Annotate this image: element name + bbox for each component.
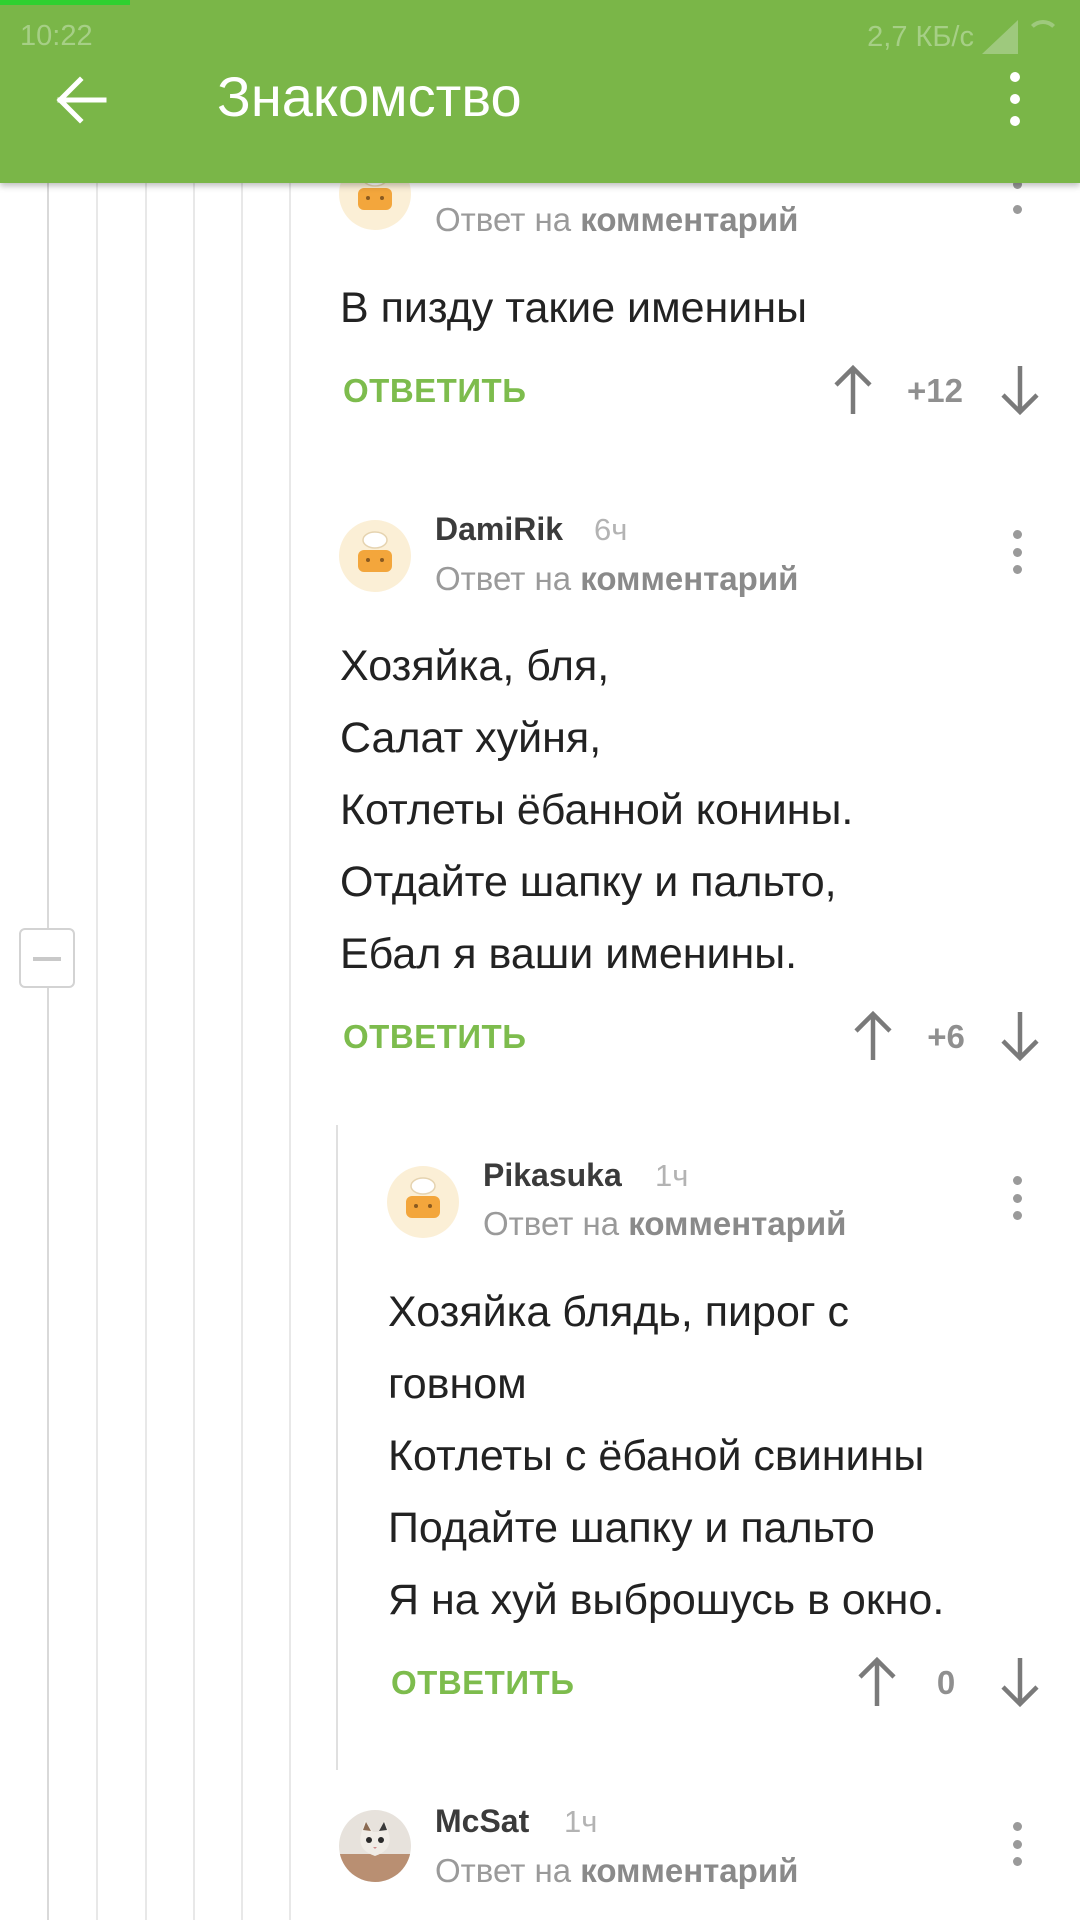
- dot-icon: [1012, 1193, 1022, 1203]
- dot-icon: [1012, 1822, 1022, 1831]
- arrow-left-icon: [56, 76, 107, 124]
- dot-icon: [1012, 1211, 1022, 1220]
- dot-icon: [1012, 205, 1022, 214]
- chef-avatar-icon: [358, 531, 392, 572]
- cat-avatar-icon: [339, 1820, 411, 1882]
- reply-button[interactable]: ОТВЕТИТЬ: [343, 372, 526, 410]
- collapse-thread-button[interactable]: [19, 928, 75, 988]
- comment-line: Подайте шапку и пальто: [388, 1504, 875, 1552]
- reply-button[interactable]: ОТВЕТИТЬ: [391, 1664, 574, 1702]
- downvote-arrow-icon[interactable]: [1000, 1010, 1040, 1062]
- reply-to-link[interactable]: Ответ на комментарий: [435, 560, 798, 598]
- dot-icon: [1012, 1839, 1022, 1849]
- back-button[interactable]: [52, 70, 112, 130]
- thread-line: [145, 183, 147, 1920]
- comment-author[interactable]: Pikasuka: [483, 1157, 622, 1194]
- comment-menu-button[interactable]: [1007, 1176, 1027, 1220]
- overflow-menu-button[interactable]: [995, 72, 1035, 126]
- thread-line: [289, 183, 291, 1920]
- upvote-arrow-icon[interactable]: [857, 1656, 897, 1708]
- thread-line: [47, 183, 49, 1920]
- dot-icon: [1012, 1857, 1022, 1866]
- reply-target: комментарий: [580, 1852, 799, 1889]
- reply-button[interactable]: ОТВЕТИТЬ: [343, 1018, 526, 1056]
- network-speed: 2,7 КБ/с: [867, 20, 974, 53]
- dot-icon: [1010, 94, 1020, 104]
- dot-icon: [1010, 72, 1020, 82]
- chef-avatar-icon: [406, 1177, 440, 1218]
- comment-line: Котлеты ёбанной конины.: [340, 786, 854, 834]
- downvote-arrow-icon[interactable]: [1000, 1656, 1040, 1708]
- reply-target: комментарий: [580, 201, 799, 238]
- comment-menu-button[interactable]: [1007, 1822, 1027, 1866]
- comment-line: Я на хуй выброшусь в окно.: [388, 1576, 945, 1624]
- comment-text: Хозяйка, бля, Салат хуйня, Котлеты ёбанн…: [340, 630, 853, 990]
- comment-menu-button[interactable]: [1007, 180, 1027, 214]
- comment-menu-button[interactable]: [1007, 530, 1027, 574]
- status-indicators: 2,7 КБ/с: [867, 20, 1060, 54]
- comment-time: 1ч: [564, 1804, 598, 1839]
- comment-line: Хозяйка блядь, пирог с: [388, 1288, 849, 1336]
- comment-line: Ебал я ваши именины.: [340, 930, 798, 978]
- comment-line: Салат хуйня,: [340, 714, 602, 762]
- thread-line: [241, 183, 243, 1920]
- reply-prefix: Ответ на: [483, 1205, 620, 1242]
- comment-text: Хозяйка блядь, пирог с говном Котлеты с …: [388, 1276, 944, 1636]
- reply-target: комментарий: [580, 560, 799, 597]
- upvote-arrow-icon[interactable]: [833, 364, 873, 416]
- thread-line: [96, 183, 98, 1920]
- reply-to-link[interactable]: Ответ на комментарий: [435, 201, 798, 239]
- app-bar: 10:22 2,7 КБ/с Знакомство: [0, 0, 1080, 183]
- wifi-icon: [1026, 20, 1060, 54]
- downvote-arrow-icon[interactable]: [1000, 364, 1040, 416]
- avatar[interactable]: [339, 1810, 411, 1882]
- comment-text: В пизду такие именины: [340, 284, 807, 332]
- reply-prefix: Ответ на: [435, 1852, 572, 1889]
- reply-target: комментарий: [628, 1205, 847, 1242]
- thread-line: [193, 183, 195, 1920]
- dot-icon: [1012, 1176, 1022, 1185]
- comment-author[interactable]: DamiRik: [435, 511, 563, 548]
- vote-score: 0: [936, 1664, 956, 1701]
- comment-line: говном: [388, 1360, 527, 1408]
- comment-line: Хозяйка, бля,: [340, 642, 610, 690]
- avatar[interactable]: [339, 520, 411, 592]
- comment-line: Котлеты с ёбаной свинины: [388, 1432, 925, 1480]
- dot-icon: [1010, 116, 1020, 126]
- reply-to-link[interactable]: Ответ на комментарий: [483, 1205, 846, 1243]
- comment-time: 6ч: [594, 512, 628, 547]
- comment-time: 1ч: [655, 1158, 689, 1193]
- reply-prefix: Ответ на: [435, 201, 572, 238]
- dot-icon: [1012, 547, 1022, 557]
- page-title: Знакомство: [217, 65, 522, 128]
- loading-progress: [0, 0, 130, 5]
- reply-to-link[interactable]: Ответ на комментарий: [435, 1852, 798, 1890]
- status-time: 10:22: [20, 20, 93, 52]
- comment-author[interactable]: McSat: [435, 1803, 529, 1840]
- dot-icon: [1012, 565, 1022, 574]
- dot-icon: [1012, 530, 1022, 539]
- vote-score: +6: [927, 1018, 965, 1055]
- nested-thread-line: [336, 1125, 338, 1770]
- vote-score: +12: [907, 372, 963, 409]
- avatar[interactable]: [387, 1166, 459, 1238]
- comment-line: Отдайте шапку и пальто,: [340, 858, 837, 906]
- upvote-arrow-icon[interactable]: [853, 1010, 893, 1062]
- signal-icon: [982, 20, 1018, 54]
- reply-prefix: Ответ на: [435, 560, 572, 597]
